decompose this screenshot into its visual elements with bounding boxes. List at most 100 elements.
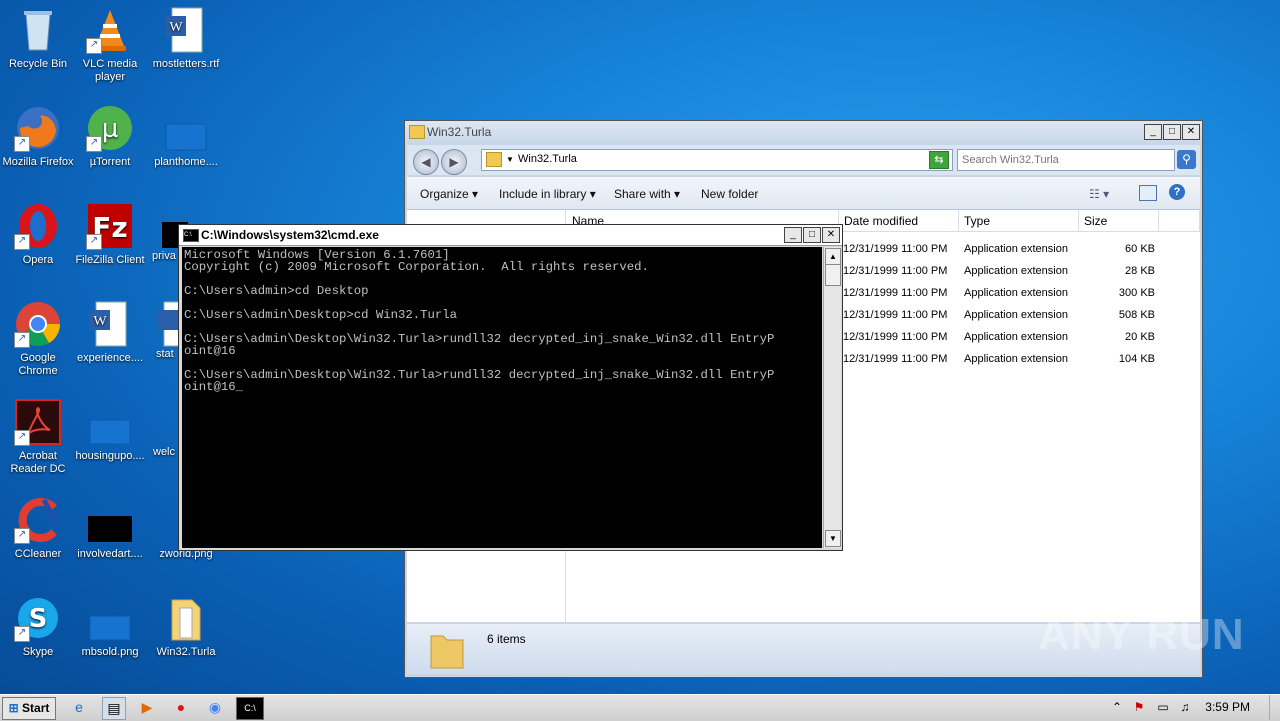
explorer-title: Win32.Turla — [427, 125, 492, 139]
search-input[interactable] — [958, 150, 1164, 170]
cmd-window[interactable]: C:\ C:\Windows\system32\cmd.exe _ □ ✕ Mi… — [178, 224, 843, 551]
taskbar: ⊞ Start e ▤ ▶ ● ◉ C:\ ⌃ ⚑ ▭ ♫ 3:59 PM — [0, 694, 1280, 721]
desktop-icon-chrome[interactable]: ↗ Google Chrome — [0, 300, 76, 378]
desktop-icon-filezilla[interactable]: Fz ↗ FileZilla Client — [72, 202, 148, 267]
file-size: 508 KB — [1118, 309, 1155, 321]
console-line: oint@16 — [184, 344, 236, 358]
cmd-title: C:\Windows\system32\cmd.exe — [201, 228, 379, 242]
preview-pane-icon[interactable] — [1139, 185, 1157, 201]
desktop-icon-firefox[interactable]: ↗ Mozilla Firefox — [0, 104, 76, 169]
view-options-icon[interactable]: ☷ ▾ — [1089, 187, 1109, 201]
folder-icon — [409, 125, 425, 139]
skype-icon: S ↗ — [14, 594, 62, 642]
column-header-date[interactable]: Date modified — [839, 210, 959, 232]
file-row[interactable]: 12/31/1999 11:00 PM Application extensio… — [843, 238, 1203, 260]
file-date: 12/31/1999 11:00 PM — [843, 353, 948, 365]
back-button[interactable]: ◀ — [413, 149, 439, 175]
maximize-button[interactable]: □ — [1163, 124, 1181, 140]
help-icon[interactable]: ? — [1169, 184, 1185, 200]
breadcrumb-arrow-icon[interactable]: ▼ — [506, 155, 514, 164]
file-type: Application extension — [964, 331, 1068, 343]
refresh-icon[interactable]: ⇆ — [929, 151, 949, 169]
file-type: Application extension — [964, 243, 1068, 255]
minimize-button[interactable]: _ — [1144, 124, 1162, 140]
explorer-taskbar-icon[interactable]: ▤ — [102, 697, 126, 720]
cmd-taskbar-icon[interactable]: C:\ — [236, 697, 264, 720]
desktop-icon-mostletters[interactable]: W mostletters.rtf — [148, 6, 224, 71]
file-row[interactable]: 12/31/1999 11:00 PM Application extensio… — [843, 282, 1203, 304]
column-header-size[interactable]: Size — [1079, 210, 1159, 232]
new-folder-button[interactable]: New folder — [701, 187, 758, 201]
file-type: Application extension — [964, 265, 1068, 277]
word-document-icon: W — [162, 6, 210, 54]
file-row[interactable]: 12/31/1999 11:00 PM Application extensio… — [843, 348, 1203, 370]
console-output[interactable]: Microsoft Windows [Version 6.1.7601] Cop… — [182, 247, 822, 548]
internet-explorer-icon[interactable]: e — [68, 697, 90, 718]
desktop-icon-opera[interactable]: ↗ Opera — [0, 202, 76, 267]
cmd-titlebar[interactable]: C:\ C:\Windows\system32\cmd.exe _ □ ✕ — [179, 225, 842, 246]
file-date: 12/31/1999 11:00 PM — [843, 265, 948, 277]
media-player-icon[interactable]: ▶ — [136, 697, 158, 718]
anyrun-watermark: ANY RUN — [1038, 610, 1245, 659]
scroll-thumb[interactable] — [825, 264, 841, 286]
file-row[interactable]: 12/31/1999 11:00 PM Application extensio… — [843, 304, 1203, 326]
desktop-icon-acrobat[interactable]: ↗ Acrobat Reader DC — [0, 398, 76, 476]
search-box[interactable] — [957, 149, 1175, 171]
show-hidden-icons-button[interactable]: ⌃ — [1106, 697, 1128, 718]
cmd-icon: C:\ — [183, 229, 199, 242]
start-button[interactable]: ⊞ Start — [2, 697, 56, 720]
vlc-icon: ↗ — [86, 6, 134, 54]
desktop-icon-recycle-bin[interactable]: Recycle Bin — [0, 6, 76, 71]
cmd-scrollbar[interactable]: ▲ ▼ — [823, 247, 841, 548]
desktop-icon-mbsold[interactable]: mbsold.png — [72, 594, 148, 659]
chrome-taskbar-icon[interactable]: ◉ — [204, 697, 226, 718]
show-desktop-button[interactable] — [1269, 695, 1280, 720]
address-bar[interactable]: ▼ Win32.Turla ▼ — [481, 149, 953, 171]
network-icon[interactable]: ▭ — [1152, 697, 1174, 718]
forward-button[interactable]: ▶ — [441, 149, 467, 175]
desktop-icon-skype[interactable]: S ↗ Skype — [0, 594, 76, 659]
desktop-icon-planthome[interactable]: planthome.... — [148, 104, 224, 169]
column-header-type[interactable]: Type — [959, 210, 1079, 232]
file-row[interactable]: 12/31/1999 11:00 PM Application extensio… — [843, 260, 1203, 282]
explorer-titlebar[interactable]: Win32.Turla _ □ ✕ — [405, 121, 1202, 143]
blank-file-icon — [148, 398, 178, 446]
column-header-extra — [1159, 210, 1200, 232]
item-count: 6 items — [487, 632, 526, 646]
desktop-icon-ccleaner[interactable]: ↗ CCleaner — [0, 496, 76, 561]
console-line: oint@16_ — [184, 380, 244, 394]
include-in-library-button[interactable]: Include in library ▾ — [499, 187, 596, 201]
desktop-icon-vlc[interactable]: ↗ VLC media player — [72, 6, 148, 84]
desktop-icon-involvedart[interactable]: involvedart.... — [72, 496, 148, 561]
desktop-icon-utorrent[interactable]: µ ↗ µTorrent — [72, 104, 148, 169]
minimize-button[interactable]: _ — [784, 227, 802, 243]
maximize-button[interactable]: □ — [803, 227, 821, 243]
desktop-icon-welc[interactable]: welc — [148, 398, 178, 459]
clock[interactable]: 3:59 PM — [1205, 700, 1250, 714]
scroll-up-button[interactable]: ▲ — [825, 248, 841, 265]
close-button[interactable]: ✕ — [822, 227, 840, 243]
desktop-icon-stat[interactable]: stat — [148, 300, 178, 361]
share-with-button[interactable]: Share with ▾ — [614, 187, 680, 201]
file-date: 12/31/1999 11:00 PM — [843, 243, 948, 255]
action-center-icon[interactable]: ⚑ — [1128, 697, 1150, 718]
volume-icon[interactable]: ♫ — [1174, 697, 1196, 718]
desktop-icon-win32-turla[interactable]: Win32.Turla — [148, 594, 224, 659]
scroll-down-button[interactable]: ▼ — [825, 530, 841, 547]
blank-file-icon — [86, 594, 134, 642]
file-row[interactable]: 12/31/1999 11:00 PM Application extensio… — [843, 326, 1203, 348]
organize-button[interactable]: Organize ▾ — [420, 187, 478, 201]
close-button[interactable]: ✕ — [1182, 124, 1200, 140]
opera-taskbar-icon[interactable]: ● — [170, 697, 192, 718]
utorrent-icon: µ ↗ — [86, 104, 134, 152]
firefox-icon: ↗ — [14, 104, 62, 152]
word-document-icon — [148, 300, 178, 348]
opera-icon: ↗ — [14, 202, 62, 250]
desktop-icon-housingupo[interactable]: housingupo.... — [72, 398, 148, 463]
desktop-icon-experience[interactable]: W experience.... — [72, 300, 148, 365]
file-type: Application extension — [964, 353, 1068, 365]
search-icon[interactable]: ⚲ — [1177, 150, 1196, 169]
filezilla-icon: Fz ↗ — [86, 202, 134, 250]
word-document-icon: W — [86, 300, 134, 348]
console-line: Copyright (c) 2009 Microsoft Corporation… — [184, 260, 649, 274]
